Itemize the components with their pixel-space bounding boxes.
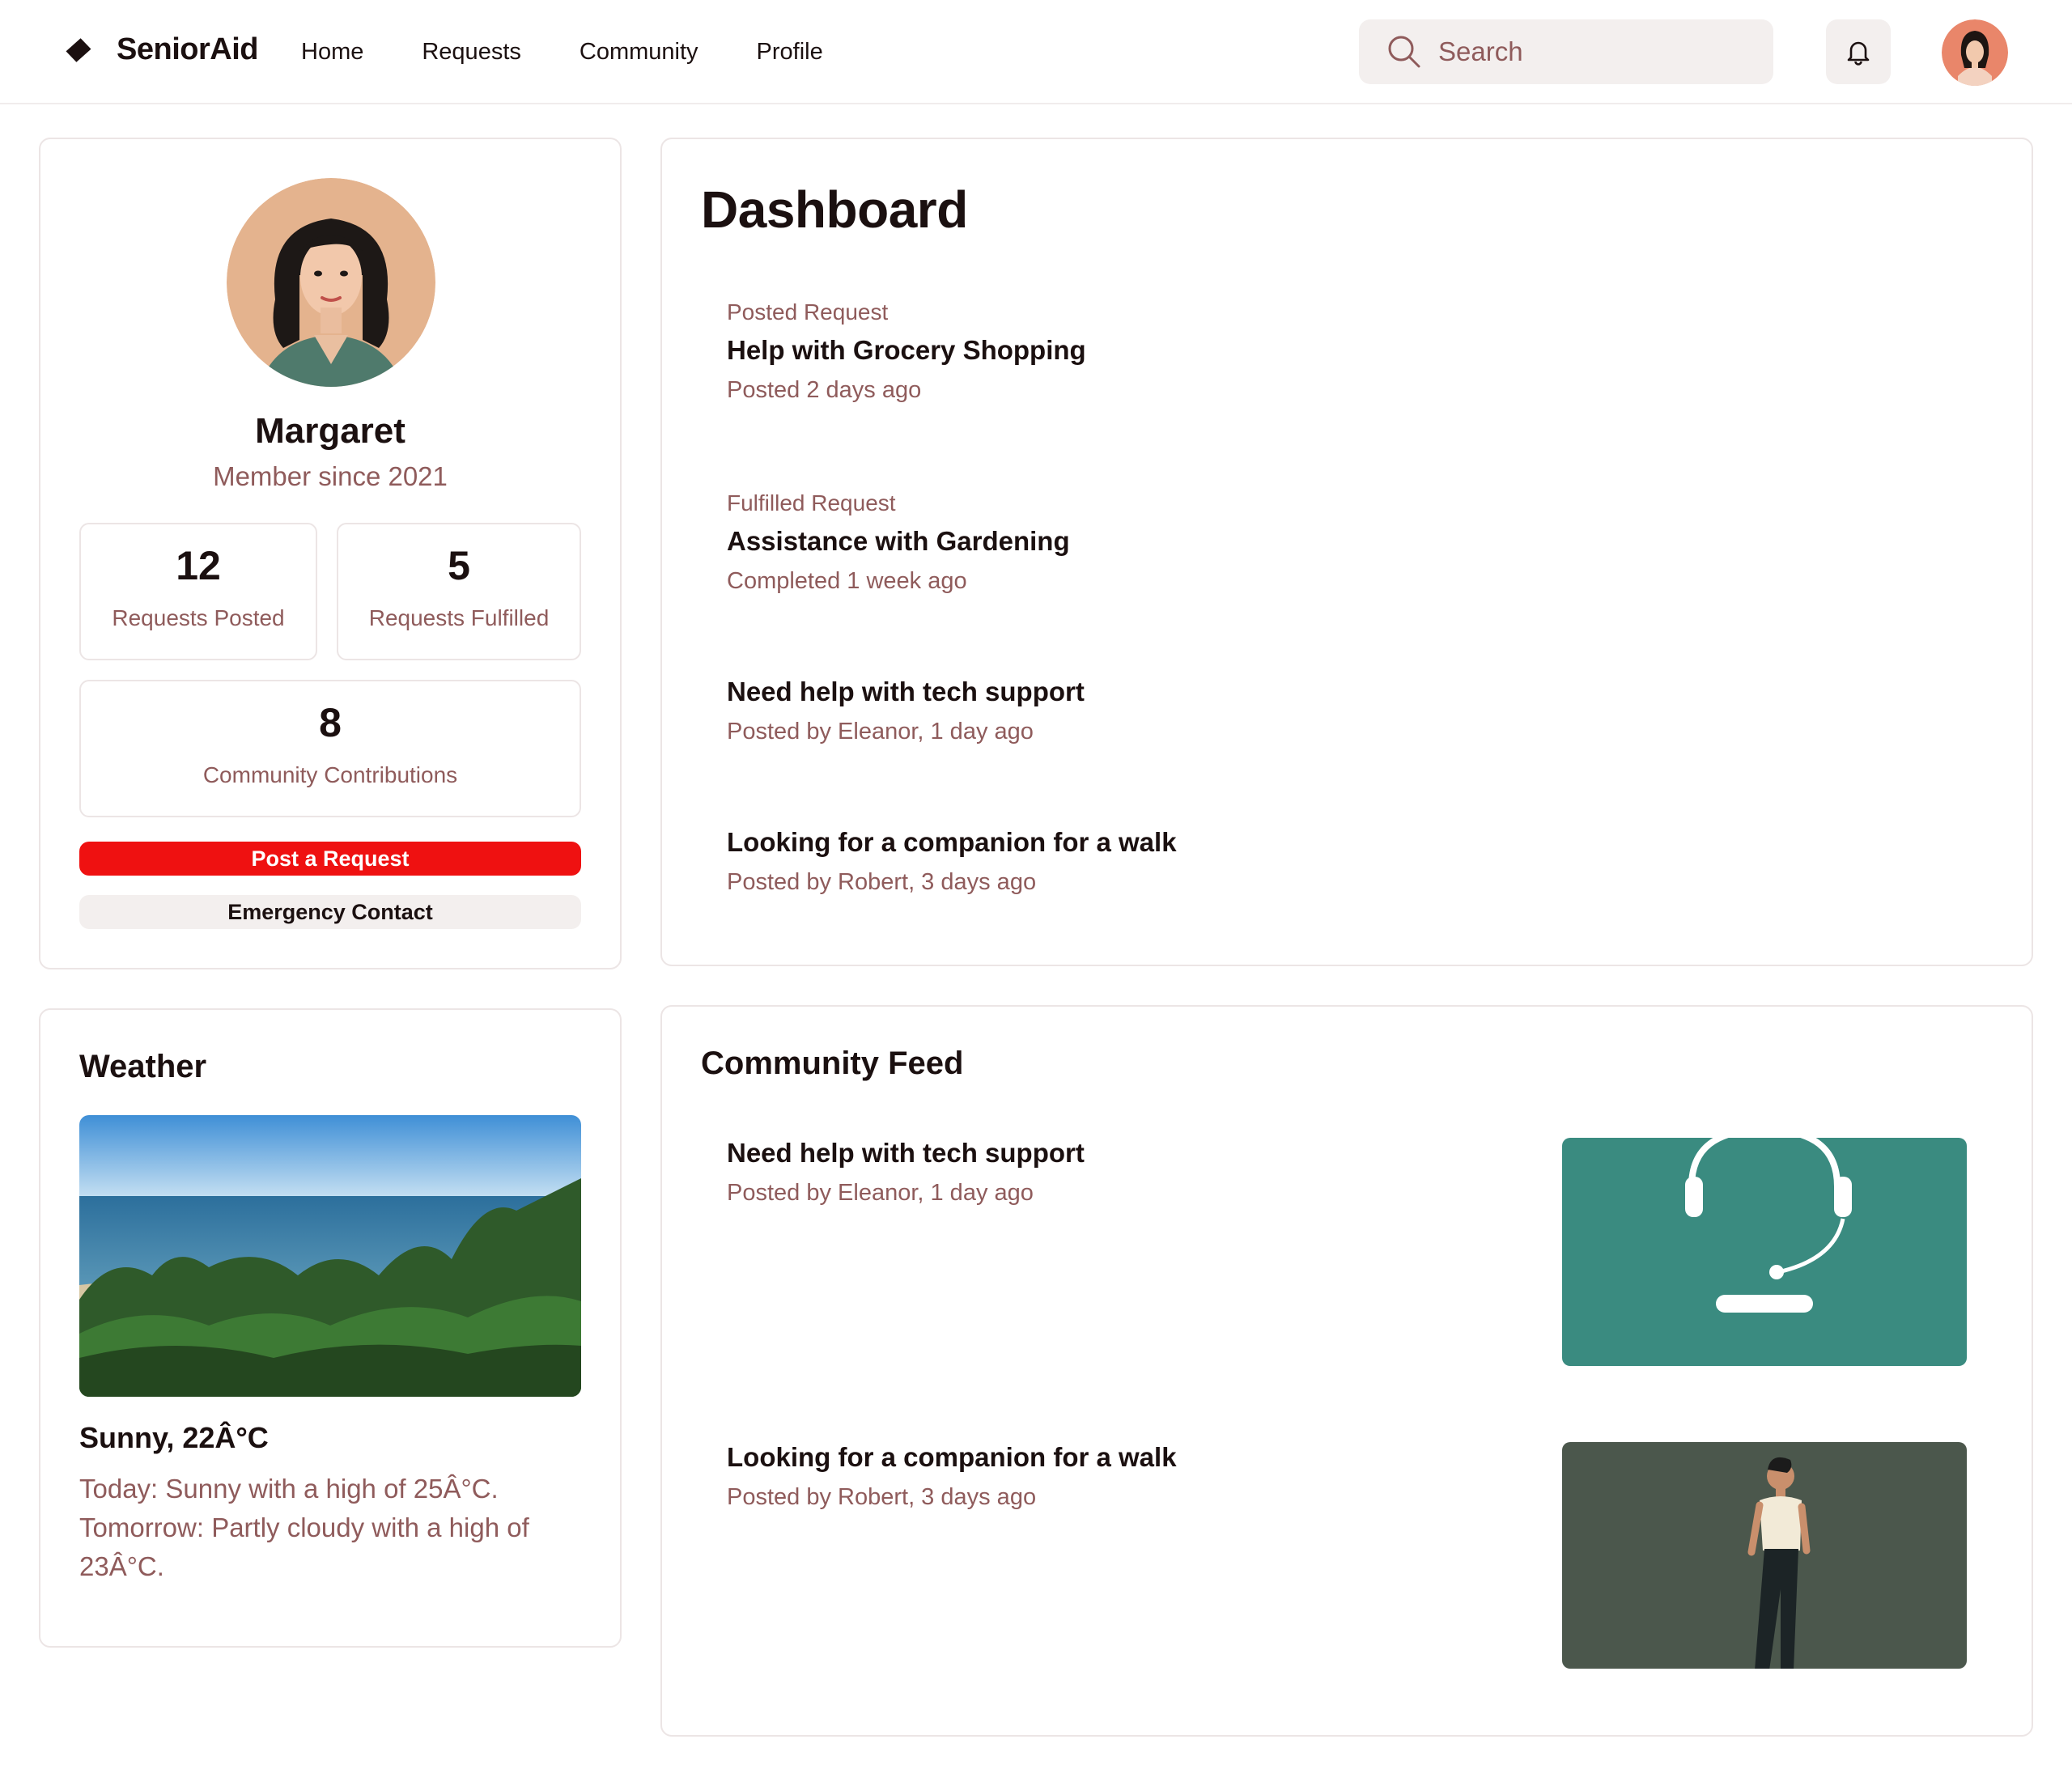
notifications-button[interactable] (1826, 19, 1891, 84)
item-title: Need help with tech support (727, 677, 1085, 706)
search-input[interactable] (1438, 36, 1746, 67)
weather-image (79, 1115, 581, 1397)
stat-value: 12 (176, 543, 221, 588)
dashboard-item[interactable]: Posted Request Help with Grocery Shoppin… (727, 299, 1086, 404)
dashboard-item[interactable]: Need help with tech support Posted by El… (727, 677, 1085, 745)
stat-value: 5 (448, 543, 470, 588)
main-nav: Home Requests Community Profile (301, 39, 823, 66)
item-meta: Posted 2 days ago (727, 377, 922, 403)
profile-name: Margaret (255, 411, 405, 451)
user-avatar[interactable] (1942, 19, 2008, 86)
dashboard-item[interactable]: Looking for a companion for a walk Poste… (727, 827, 1177, 896)
search-box[interactable] (1359, 19, 1773, 84)
logo-icon (66, 38, 91, 62)
profile-avatar (227, 178, 435, 387)
item-title: Assistance with Gardening (727, 526, 1070, 556)
dashboard-card: Dashboard Posted Request Help with Groce… (660, 138, 2033, 966)
nav-community[interactable]: Community (580, 39, 698, 66)
feed-item[interactable]: Need help with tech support Posted by El… (727, 1138, 1085, 1207)
item-title: Help with Grocery Shopping (727, 335, 1086, 365)
feed-image-tech-support[interactable] (1562, 1138, 1967, 1366)
feed-item[interactable]: Looking for a companion for a walk Poste… (727, 1442, 1177, 1511)
feed-item-meta: Posted by Eleanor, 1 day ago (727, 1180, 1034, 1206)
weather-title: Weather (79, 1049, 207, 1084)
brand-name[interactable]: SeniorAid (117, 32, 258, 67)
post-request-button[interactable]: Post a Request (79, 842, 581, 876)
weather-card: Weather Sunny, 22Â°C Today: Sunny with a… (39, 1008, 622, 1648)
avatar-image (1942, 19, 2008, 86)
stat-requests-posted: 12 Requests Posted (79, 523, 317, 660)
stat-label: Requests Posted (112, 605, 285, 630)
weather-forecast: Today: Sunny with a high of 25Â°C. Tomor… (79, 1474, 529, 1581)
nav-profile[interactable]: Profile (757, 39, 823, 66)
profile-portrait (227, 178, 435, 387)
feed-item-meta: Posted by Robert, 3 days ago (727, 1484, 1037, 1510)
stat-requests-fulfilled: 5 Requests Fulfilled (337, 523, 581, 660)
bell-icon (1847, 41, 1870, 66)
item-meta: Completed 1 week ago (727, 568, 967, 594)
dashboard-item[interactable]: Fulfilled Request Assistance with Garden… (727, 490, 1070, 595)
feed-image-walk[interactable] (1562, 1442, 1967, 1669)
weather-condition: Sunny, 22Â°C (79, 1421, 269, 1454)
nav-home[interactable]: Home (301, 39, 363, 66)
stat-label: Requests Fulfilled (368, 605, 550, 630)
stat-value: 8 (319, 700, 342, 745)
profile-card: Margaret Member since 2021 12 Requests P… (39, 138, 622, 969)
dashboard-title: Dashboard (701, 180, 968, 239)
item-kind: Posted Request (727, 299, 889, 325)
search-icon (1388, 36, 1420, 68)
community-feed-card: Community Feed Need help with tech suppo… (660, 1005, 2033, 1737)
item-meta: Posted by Robert, 3 days ago (727, 869, 1037, 895)
feed-title: Community Feed (701, 1046, 964, 1081)
feed-item-title: Need help with tech support (727, 1138, 1085, 1168)
walking-person-icon (1562, 1442, 1967, 1669)
nav-requests[interactable]: Requests (422, 39, 521, 66)
stat-community-contributions: 8 Community Contributions (79, 680, 581, 817)
feed-item-title: Looking for a companion for a walk (727, 1442, 1177, 1472)
item-kind: Fulfilled Request (727, 490, 896, 515)
member-since: Member since 2021 (213, 461, 448, 491)
stat-label: Community Contributions (202, 762, 458, 787)
item-meta: Posted by Eleanor, 1 day ago (727, 719, 1034, 745)
emergency-contact-button[interactable]: Emergency Contact (79, 895, 581, 929)
coastal-landscape (79, 1115, 581, 1397)
top-navbar: SeniorAid Home Requests Community Profil… (0, 0, 2072, 104)
headset-icon (1562, 1138, 1967, 1366)
item-title: Looking for a companion for a walk (727, 827, 1177, 857)
